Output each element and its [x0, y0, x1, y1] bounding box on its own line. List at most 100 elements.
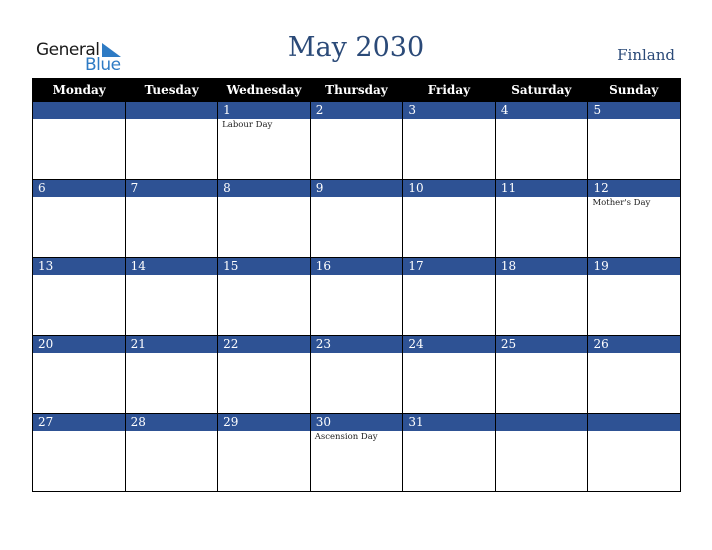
day-cell[interactable]: 22: [217, 336, 310, 413]
day-number: [495, 414, 588, 431]
day-cell[interactable]: 1 Labour Day: [217, 102, 310, 179]
day-cell[interactable]: 12 Mother's Day: [587, 180, 681, 257]
holiday-label: [496, 431, 588, 432]
day-number: 9: [310, 180, 403, 197]
day-cell[interactable]: 19: [587, 258, 681, 335]
day-cell[interactable]: 5: [587, 102, 681, 179]
day-cell[interactable]: 20: [33, 336, 125, 413]
weekday-sunday: Sunday: [609, 83, 659, 97]
weekday-header-row: Monday Tuesday Wednesday Thursday Friday…: [33, 78, 680, 102]
day-cell[interactable]: [494, 414, 588, 491]
weekday-thursday: Thursday: [325, 83, 388, 97]
holiday-label: [311, 275, 403, 276]
day-cell[interactable]: 9: [309, 180, 403, 257]
holiday-label: [218, 197, 310, 198]
holiday-label: [403, 353, 495, 354]
day-number: 10: [403, 180, 495, 197]
week-row: 6 7 8 9 10 11 12 Mother's Day: [33, 179, 681, 257]
day-number: 3: [403, 102, 495, 119]
holiday-label: Ascension Day: [314, 432, 378, 442]
day-number: [588, 414, 681, 431]
holiday-label: [218, 353, 310, 354]
day-cell[interactable]: 26: [587, 336, 681, 413]
holiday-label: [403, 197, 495, 198]
holiday-label: [126, 353, 218, 354]
weekday-tuesday: Tuesday: [144, 83, 199, 97]
day-number: [125, 102, 218, 119]
holiday-label: [403, 119, 495, 120]
day-cell[interactable]: 24: [402, 336, 495, 413]
day-cell[interactable]: 7: [124, 180, 218, 257]
week-row: 27 28 29 30 Ascension Day 31: [33, 413, 681, 491]
day-number: 25: [495, 336, 588, 353]
holiday-label: [126, 431, 218, 432]
day-cell[interactable]: 8: [217, 180, 310, 257]
holiday-label: [588, 119, 680, 120]
day-cell[interactable]: 14: [124, 258, 218, 335]
holiday-label: [496, 275, 588, 276]
holiday-label: [403, 275, 495, 276]
day-cell[interactable]: 4: [494, 102, 588, 179]
holiday-label: [126, 119, 218, 120]
day-number: 2: [310, 102, 403, 119]
day-cell[interactable]: 16: [309, 258, 403, 335]
holiday-label: [33, 353, 125, 354]
day-cell[interactable]: [33, 102, 125, 179]
day-cell[interactable]: 15: [217, 258, 310, 335]
day-number: 24: [403, 336, 495, 353]
holiday-label: [218, 275, 310, 276]
holiday-label: [588, 275, 680, 276]
day-cell[interactable]: 21: [124, 336, 218, 413]
day-cell[interactable]: 28: [124, 414, 218, 491]
day-cell[interactable]: 10: [402, 180, 495, 257]
day-cell[interactable]: 30 Ascension Day: [309, 414, 403, 491]
holiday-label: [496, 353, 588, 354]
holiday-label: [218, 431, 310, 432]
day-cell[interactable]: 11: [494, 180, 588, 257]
holiday-label: [33, 431, 125, 432]
holiday-label: Labour Day: [222, 120, 273, 130]
day-cell[interactable]: [587, 414, 681, 491]
holiday-label: [588, 431, 680, 432]
day-number: 18: [495, 258, 588, 275]
day-number: 13: [33, 258, 125, 275]
day-number: 6: [33, 180, 125, 197]
day-number: 22: [218, 336, 310, 353]
holiday-label: [496, 197, 588, 198]
day-cell[interactable]: 29: [217, 414, 310, 491]
day-cell[interactable]: 18: [494, 258, 588, 335]
day-number: 20: [33, 336, 125, 353]
day-cell[interactable]: 31: [402, 414, 495, 491]
day-number: 23: [310, 336, 403, 353]
day-cell[interactable]: 3: [402, 102, 495, 179]
calendar-grid: Monday Tuesday Wednesday Thursday Friday…: [32, 78, 681, 492]
page-title: May 2030: [287, 32, 425, 63]
holiday-label: [33, 197, 125, 198]
day-cell[interactable]: 27: [33, 414, 125, 491]
day-number: 17: [403, 258, 495, 275]
day-number: 28: [125, 414, 218, 431]
day-number: 4: [495, 102, 588, 119]
holiday-label: [33, 119, 125, 120]
day-number: 27: [33, 414, 125, 431]
week-row: 13 14 15 16 17 18 19: [33, 257, 681, 335]
day-cell[interactable]: [124, 102, 218, 179]
week-row: 20 21 22 23 24 25 26: [33, 335, 681, 413]
day-cell[interactable]: 13: [33, 258, 125, 335]
day-cell[interactable]: 2: [309, 102, 403, 179]
day-cell[interactable]: 23: [309, 336, 403, 413]
holiday-label: [126, 275, 218, 276]
day-number: 31: [403, 414, 495, 431]
day-number: [33, 102, 125, 119]
day-cell[interactable]: 17: [402, 258, 495, 335]
day-number: 1: [218, 102, 310, 119]
day-number: 12: [588, 180, 681, 197]
holiday-label: [588, 353, 680, 354]
holiday-label: [496, 119, 588, 120]
day-number: 15: [218, 258, 310, 275]
day-cell[interactable]: 6: [33, 180, 125, 257]
day-number: 7: [125, 180, 218, 197]
day-cell[interactable]: 25: [494, 336, 588, 413]
country-label: Finland: [617, 46, 675, 64]
day-number: 21: [125, 336, 218, 353]
